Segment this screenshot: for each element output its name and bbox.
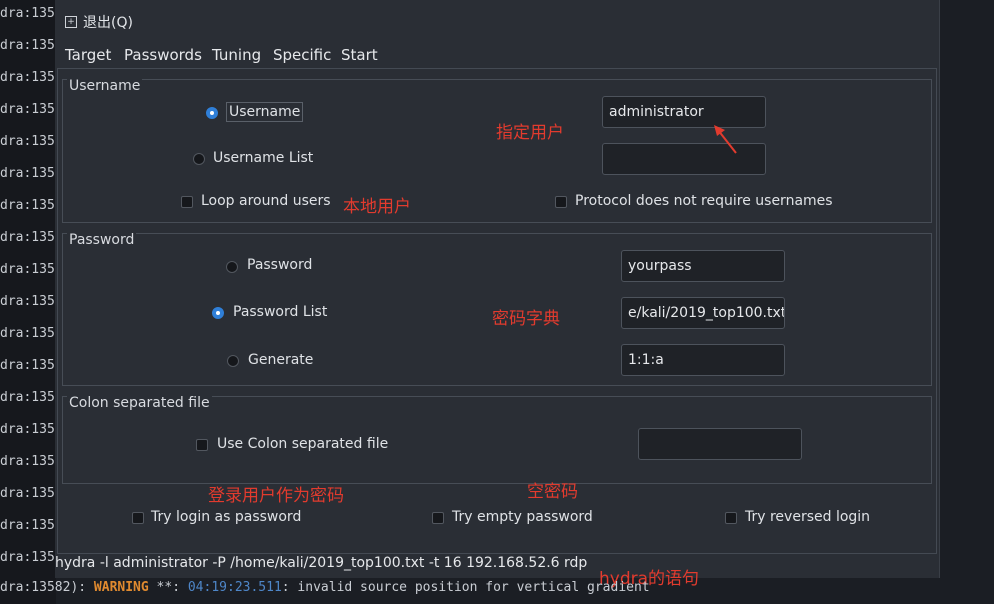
try-reversed-checkbox[interactable] <box>725 512 737 524</box>
colon-file-field[interactable] <box>638 428 802 460</box>
terminal-line: dra:135 <box>0 166 55 181</box>
group-title-username: Username <box>67 78 143 94</box>
tab-specific[interactable]: Specific <box>273 46 331 68</box>
try-login-label: Try login as password <box>151 509 302 525</box>
username-group: Username Username administrator Username… <box>62 78 932 223</box>
username-radio-label: Username <box>226 102 304 122</box>
password-field[interactable]: yourpass <box>621 250 785 282</box>
warning-message: : invalid source position for vertical g… <box>281 580 650 595</box>
tab-target[interactable]: Target <box>65 46 111 68</box>
generate-field[interactable]: 1:1:a <box>621 344 785 376</box>
terminal-line: dra:135 <box>0 390 55 405</box>
terminal-prefix: dra:13582): <box>0 580 94 595</box>
password-radio[interactable] <box>226 261 238 273</box>
annotation-login-as-password: 登录用户作为密码 <box>208 486 344 506</box>
try-reversed-label: Try reversed login <box>745 509 871 525</box>
terminal-line: dra:135 <box>0 102 55 117</box>
tab-start[interactable]: Start <box>341 46 378 68</box>
use-colon-file-checkbox[interactable] <box>196 439 208 451</box>
annotation-empty-password: 空密码 <box>527 482 578 502</box>
group-title-password: Password <box>67 232 137 248</box>
hydra-window: + 退出(Q) Target Passwords Tuning Specific… <box>55 0 940 578</box>
tab-tuning[interactable]: Tuning <box>212 46 261 68</box>
red-arrow-icon <box>714 125 737 154</box>
warning-stars: **: <box>148 580 188 595</box>
username-list-label: Username List <box>213 150 314 166</box>
warning-label: WARNING <box>93 580 149 595</box>
annotation-specify-user: 指定用户 <box>496 123 564 143</box>
try-login-checkbox[interactable] <box>132 512 144 524</box>
protocol-no-username-checkbox[interactable] <box>555 196 567 208</box>
terminal-line: dra:135 <box>0 262 55 277</box>
password-list-radio[interactable] <box>212 307 224 319</box>
command-line-preview: hydra -l administrator -P /home/kali/201… <box>55 555 588 571</box>
terminal-line: dra:135 <box>0 198 55 213</box>
group-title-colon: Colon separated file <box>67 395 212 411</box>
terminal-line: dra:135 <box>0 70 55 85</box>
exit-menu-item[interactable]: + 退出(Q) <box>65 12 133 32</box>
terminal-warning-line: dra:13582): WARNING **: 04:19:23.511: in… <box>0 580 994 604</box>
square-plus-icon: + <box>65 16 77 28</box>
exit-label: 退出(Q) <box>83 15 133 31</box>
terminal-line: dra:135 <box>0 134 55 149</box>
loop-users-label: Loop around users <box>201 193 331 209</box>
menu-bar: + 退出(Q) <box>55 0 939 42</box>
use-colon-file-label: Use Colon separated file <box>217 436 389 452</box>
warning-timestamp: 04:19:23.511 <box>187 580 282 595</box>
terminal-line: dra:135 <box>0 294 55 309</box>
terminal-line: dra:135 <box>0 550 55 565</box>
generate-radio[interactable] <box>227 355 239 367</box>
terminal-line: dra:135 <box>0 454 55 469</box>
terminal-background: dra:1358 dra:135 dra:135 dra:135 dra:135 dra:… <box>0 0 56 604</box>
annotation-local-user: 本地用户 <box>343 197 411 217</box>
terminal-line: dra:135 <box>0 326 55 341</box>
colon-file-group: Colon separated file Use Colon separated… <box>62 395 932 484</box>
terminal-line: dra:135 <box>0 518 55 533</box>
terminal-line: dra:135 <box>0 38 55 53</box>
password-radio-label: Password <box>247 257 313 273</box>
username-radio[interactable] <box>206 107 218 119</box>
try-empty-checkbox[interactable] <box>432 512 444 524</box>
terminal-line: dra:135 <box>0 230 55 245</box>
password-list-field[interactable]: ​e/kali/2019_top100.txt <box>621 297 785 329</box>
terminal-line: dra:135 <box>0 422 55 437</box>
terminal-line: dra:135 <box>0 358 55 373</box>
username-list-radio[interactable] <box>193 153 205 165</box>
protocol-no-username-label: Protocol does not require usernames <box>575 193 833 209</box>
terminal-line: dra:135 <box>0 486 55 501</box>
password-list-label: Password List <box>233 304 328 320</box>
generate-label: Generate <box>248 352 314 368</box>
try-empty-label: Try empty password <box>452 509 593 525</box>
annotation-password-dict: 密码字典 <box>492 309 560 329</box>
terminal-line: dra:1358 <box>0 6 56 21</box>
tab-bar: Target Passwords Tuning Specific Start <box>55 44 939 71</box>
loop-users-checkbox[interactable] <box>181 196 193 208</box>
